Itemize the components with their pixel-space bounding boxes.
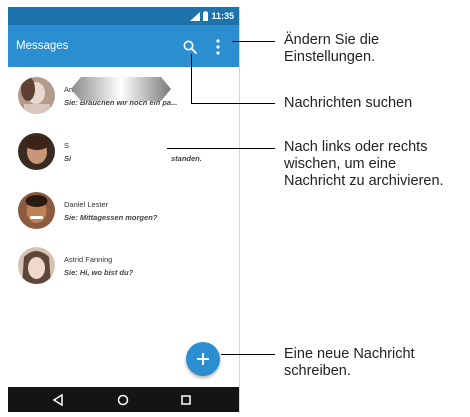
conversation-row-astrid-fanning[interactable]: Astrid Fanning Sie: Hi, wo bist du?: [8, 247, 239, 301]
search-callout: Nachrichten suchen: [284, 95, 412, 112]
plus-icon: [197, 353, 209, 365]
conversation-preview: Sie: Hi, wo bist du?: [64, 268, 134, 277]
swiped-preview-fragment: Si: [64, 154, 72, 163]
settings-callout-line-1: Ändern Sie die: [284, 32, 380, 48]
app-bar: Messages: [8, 25, 239, 67]
swiped-preview-tail: standen.: [171, 154, 202, 163]
more-vert-icon[interactable]: [210, 38, 226, 56]
swipe-callout-line: [167, 148, 275, 149]
status-icons: 11:35: [190, 10, 234, 22]
status-time: 11:35: [211, 11, 234, 21]
avatar-photo: [18, 247, 55, 284]
avatar: [18, 192, 55, 229]
avatar: [18, 247, 55, 284]
phone-screen: 11:35 Messages Sie: Brauchen wir noch ei…: [8, 7, 240, 412]
conversation-list: Anne Sie: Brauchen wir noch ein pa...: [8, 67, 239, 387]
swipe-callout-line-2: wischen, um eine: [284, 156, 397, 172]
settings-callout-line: [232, 41, 275, 42]
swipe-callout-line-1: Nach links oder rechts: [284, 139, 428, 155]
swipe-callout-line-3: Nachricht zu archivieren.: [284, 173, 444, 189]
swipe-gesture-icon: [71, 77, 171, 101]
recents-square-icon[interactable]: [179, 393, 193, 407]
search-callout-vertical-line: [191, 54, 192, 104]
avatar: [18, 133, 55, 170]
back-triangle-icon[interactable]: [51, 393, 65, 407]
avatar-photo: [18, 133, 55, 170]
avatar-photo: [18, 192, 55, 229]
conversation-row-swiped[interactable]: [8, 133, 239, 187]
battery-icon: [203, 11, 209, 21]
avatar: [18, 77, 55, 114]
settings-callout: Ändern Sie die Einstellungen.: [284, 32, 379, 66]
tutorial-canvas: 11:35 Messages Sie: Brauchen wir noch ei…: [0, 0, 470, 417]
conversation-name: Daniel Lester: [64, 200, 109, 209]
avatar-photo: [18, 77, 55, 114]
navigation-bar: [8, 387, 239, 412]
signal-icon: [190, 11, 201, 21]
conversation-row-daniel-lester[interactable]: Daniel Lester Sie: Mittagessen morgen?: [8, 192, 239, 246]
conversation-preview: Sie: Mittagessen morgen?: [64, 213, 158, 222]
settings-callout-line-2: Einstellungen.: [284, 49, 376, 65]
new-message-button[interactable]: [186, 342, 220, 376]
app-title: Messages: [16, 40, 69, 52]
new-message-callout: Eine neue Nachricht schreiben.: [284, 346, 415, 380]
home-circle-icon[interactable]: [116, 393, 130, 407]
search-icon[interactable]: [182, 39, 198, 55]
new-message-callout-line: [221, 354, 275, 355]
search-callout-line: [191, 103, 275, 104]
conversation-name: Astrid Fanning: [64, 255, 113, 264]
status-bar: 11:35: [8, 7, 239, 25]
new-message-callout-line-2: schreiben.: [284, 363, 351, 379]
swiped-name-fragment: S: [64, 141, 70, 150]
swipe-callout: Nach links oder rechts wischen, um eine …: [284, 139, 444, 190]
new-message-callout-line-1: Eine neue Nachricht: [284, 346, 415, 362]
search-callout-text: Nachrichten suchen: [284, 95, 413, 111]
